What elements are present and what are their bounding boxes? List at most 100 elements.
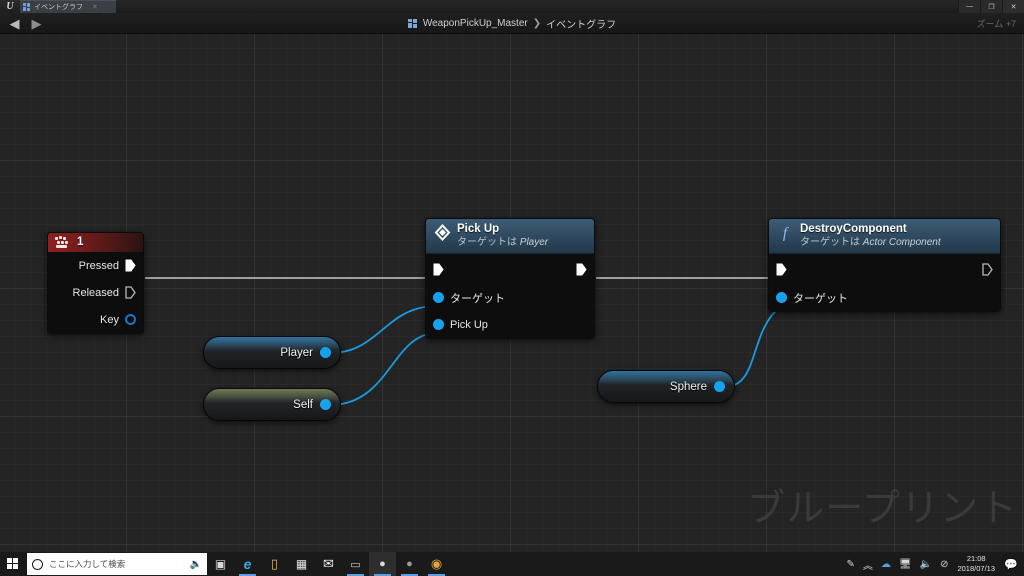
unreal-editor-icon[interactable]: ●: [396, 552, 423, 576]
tab-event-graph[interactable]: イベントグラフ ✕: [20, 0, 116, 13]
security-icon[interactable]: ⊘: [936, 552, 952, 576]
exec-in-pin-icon[interactable]: [776, 263, 787, 276]
task-view-icon[interactable]: ▣: [207, 552, 234, 576]
system-tray: ✎ ︽ ☁ 🖥 🔈 ⊘ 21:08 2018/07/13 💬: [843, 552, 1024, 576]
svg-text:f: f: [783, 225, 790, 241]
variable-glow: [204, 389, 340, 403]
graph-watermark: ブループリント: [747, 486, 1018, 530]
data-pin-target-icon[interactable]: [433, 292, 444, 303]
wire-data-self-pickup: [329, 332, 438, 406]
node-subtitle-prefix: ターゲットは: [800, 237, 860, 248]
pin-pick-up[interactable]: Pick Up: [426, 311, 594, 338]
taskbar-search-box[interactable]: ここに入力して検索 🔈: [27, 553, 207, 575]
pin-target[interactable]: ターゲット: [426, 284, 594, 311]
mail-icon[interactable]: ✉: [315, 552, 342, 576]
windows-start-icon: [7, 558, 19, 570]
node-destroy-component[interactable]: f DestroyComponent ターゲットは Actor Componen…: [768, 218, 1001, 312]
window-controls: — ❐ ✕: [958, 0, 1024, 13]
node-subtitle: ターゲットは Player: [457, 236, 548, 249]
cortana-circle-icon: [32, 558, 43, 570]
exec-pin-row: [426, 254, 594, 284]
microsoft-edge-icon[interactable]: e: [234, 552, 261, 576]
chevron-right-icon: ❯: [532, 17, 542, 29]
blueprint-grid-icon: [407, 18, 418, 28]
image-viewer-icon[interactable]: ▭: [342, 552, 369, 576]
node-subtitle-target: Actor Component: [862, 237, 941, 248]
node-variable-sphere[interactable]: Sphere: [597, 370, 735, 403]
unreal-engine-icon[interactable]: ●: [369, 552, 396, 576]
google-chrome-icon[interactable]: ◉: [423, 552, 450, 576]
pin-label: ターゲット: [450, 292, 505, 305]
title-bar-empty-area: [116, 0, 1024, 13]
pin-label: Key: [100, 313, 119, 326]
node-header: Pick Up ターゲットは Player: [426, 219, 594, 254]
node-title: Pick Up: [457, 223, 500, 235]
show-hidden-icons[interactable]: ︽: [859, 552, 877, 576]
forward-arrow-icon[interactable]: ▶: [30, 17, 43, 30]
window-title-bar: U イベントグラフ ✕ — ❐ ✕: [0, 0, 1024, 13]
exec-pin-filled-icon[interactable]: [125, 259, 136, 272]
node-subtitle: ターゲットは Actor Component: [800, 236, 941, 249]
node-pick-up[interactable]: Pick Up ターゲットは Player ターゲット Pick Up: [425, 218, 595, 339]
pen-tray-icon[interactable]: ✎: [843, 552, 859, 576]
breadcrumb-graph-name[interactable]: イベントグラフ: [546, 16, 616, 31]
exec-out-pin-icon[interactable]: [982, 262, 993, 276]
windows-taskbar: ここに入力して検索 🔈 ▣ e ▯ ▦ ✉ ▭ ● ● ◉ ✎ ︽ ☁ 🖥 🔈 …: [0, 552, 1024, 576]
exec-pin-hollow-icon[interactable]: [125, 286, 136, 299]
zoom-level-label: ズーム +7: [976, 18, 1017, 29]
node-subtitle-prefix: ターゲットは: [457, 237, 517, 248]
tab-label: イベントグラフ: [34, 4, 83, 11]
pin-label: Pick Up: [450, 318, 488, 331]
network-icon[interactable]: 🖥: [895, 552, 916, 576]
volume-icon[interactable]: 🔈: [916, 552, 936, 576]
search-input[interactable]: ここに入力して検索: [49, 558, 184, 570]
function-f-icon: f: [777, 224, 794, 241]
exec-in-pin-icon[interactable]: [433, 263, 444, 276]
wire-data-sphere-target: [723, 305, 782, 388]
clock-date: 2018/07/13: [957, 564, 995, 573]
pin-target[interactable]: ターゲット: [769, 284, 1000, 311]
close-icon[interactable]: ✕: [92, 3, 98, 11]
node-title: 1: [77, 236, 84, 248]
data-pin-pickup-icon[interactable]: [433, 319, 444, 330]
blueprint-grid-icon: [23, 3, 31, 11]
node-body: Pressed Released Key: [48, 252, 143, 333]
keyboard-key-icon: [55, 236, 70, 249]
exec-out-pin-icon[interactable]: [576, 263, 587, 276]
variable-glow: [204, 337, 340, 351]
file-explorer-icon[interactable]: ▯: [261, 552, 288, 576]
onedrive-icon[interactable]: ☁: [877, 552, 895, 576]
action-center-icon[interactable]: 💬: [1000, 552, 1022, 576]
node-subtitle-target: Player: [519, 237, 549, 248]
pin-pressed[interactable]: Pressed: [48, 252, 143, 279]
navigation-buttons: ◀ ▶: [0, 17, 43, 30]
data-pin-key-icon[interactable]: [125, 314, 136, 325]
node-variable-self[interactable]: Self: [203, 388, 341, 421]
pin-label: Released: [72, 286, 119, 299]
taskbar-app-icons: ▣ e ▯ ▦ ✉ ▭ ● ● ◉: [207, 552, 450, 576]
taskbar-clock[interactable]: 21:08 2018/07/13: [952, 552, 1000, 576]
microphone-icon[interactable]: 🔈: [190, 559, 202, 570]
wire-data-player-target: [329, 305, 438, 354]
unreal-engine-logo-icon: U: [6, 1, 14, 12]
node-header: 1: [48, 233, 143, 252]
variable-glow: [598, 371, 734, 385]
minimize-button[interactable]: —: [958, 0, 980, 13]
node-input-key-1[interactable]: 1 Pressed Released Key: [47, 232, 144, 334]
breadcrumb-asset-name[interactable]: WeaponPickUp_Master: [423, 18, 528, 29]
back-arrow-icon[interactable]: ◀: [8, 17, 21, 30]
node-body: ターゲット: [769, 254, 1000, 311]
pin-key[interactable]: Key: [48, 306, 143, 333]
microsoft-store-icon[interactable]: ▦: [288, 552, 315, 576]
close-window-button[interactable]: ✕: [1002, 0, 1024, 13]
node-body: ターゲット Pick Up: [426, 254, 594, 338]
pin-released[interactable]: Released: [48, 279, 143, 306]
start-button[interactable]: [0, 552, 26, 576]
diamond-interface-icon: [434, 224, 451, 241]
breadcrumb-toolbar: ◀ ▶ WeaponPickUp_Master ❯ イベントグラフ ズーム +7: [0, 13, 1024, 34]
data-pin-target-icon[interactable]: [776, 292, 787, 303]
node-variable-player[interactable]: Player: [203, 336, 341, 369]
clock-time: 21:08: [966, 554, 986, 563]
event-graph-canvas[interactable]: 1 Pressed Released Key Pick Up ターゲットは Pl…: [0, 34, 1024, 552]
maximize-button[interactable]: ❐: [980, 0, 1002, 13]
